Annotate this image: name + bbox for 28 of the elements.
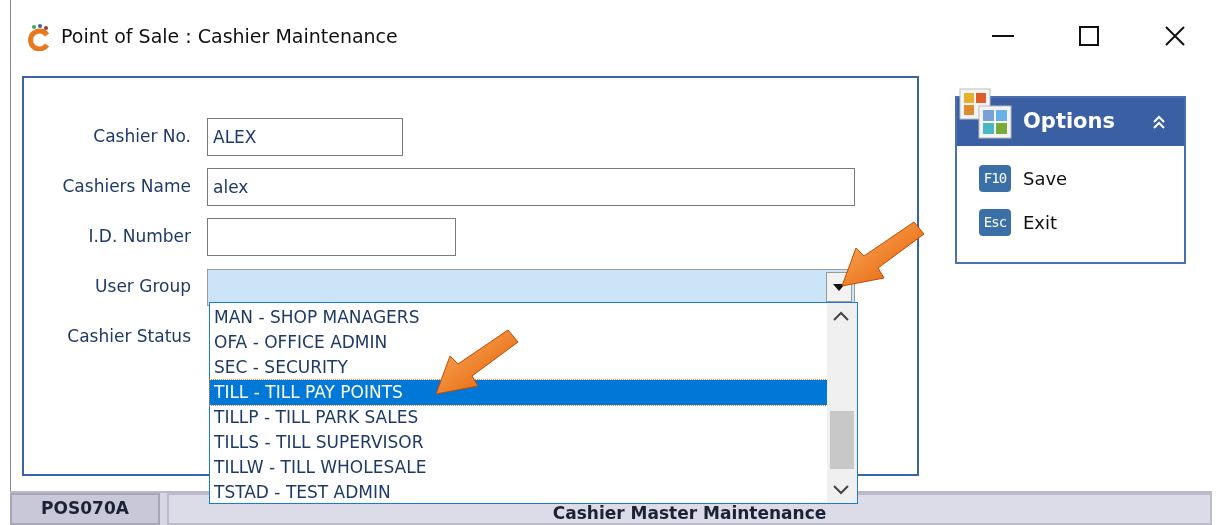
scroll-up-icon[interactable] — [832, 311, 850, 321]
text-field[interactable]: ALEX — [207, 118, 403, 156]
maximize-icon — [1079, 26, 1099, 46]
field-label: I.D. Number — [87, 225, 192, 249]
dropdown-option[interactable]: SEC - SECURITY — [210, 355, 827, 380]
field-label: Cashiers Name — [61, 175, 192, 199]
collapse-icon[interactable] — [1152, 114, 1166, 130]
dropdown-option[interactable]: TILLP - TILL PARK SALES — [210, 405, 827, 430]
dropdown-option[interactable]: TILLS - TILL SUPERVISOR — [210, 430, 827, 455]
scrollbar[interactable] — [827, 303, 857, 503]
text-field[interactable]: alex — [207, 168, 855, 206]
field-label: Cashier Status — [66, 325, 192, 349]
dropdown-option[interactable]: OFA - OFFICE ADMIN — [210, 330, 827, 355]
close-icon — [1165, 26, 1185, 46]
dropdown-option[interactable]: TILL - TILL PAY POINTS — [210, 380, 827, 405]
screen-code: POS070A — [10, 493, 160, 525]
panel-title: Options — [1023, 108, 1115, 136]
scroll-down-icon[interactable] — [832, 485, 850, 495]
scrollbar-thumb[interactable] — [830, 411, 854, 469]
dropdown-option[interactable]: TILLW - TILL WHOLESALE — [210, 455, 827, 480]
option-item[interactable]: F10 Save — [957, 156, 1074, 200]
window-title: Point of Sale : Cashier Maintenance — [61, 23, 398, 49]
field-label: Cashier No. — [92, 125, 192, 149]
minimize-icon — [992, 35, 1014, 37]
option-item[interactable]: Esc Exit — [957, 200, 1064, 244]
field-label: User Group — [94, 275, 192, 299]
dropdown-option[interactable]: MAN - SHOP MANAGERS — [210, 305, 827, 330]
text-field[interactable] — [207, 218, 456, 256]
